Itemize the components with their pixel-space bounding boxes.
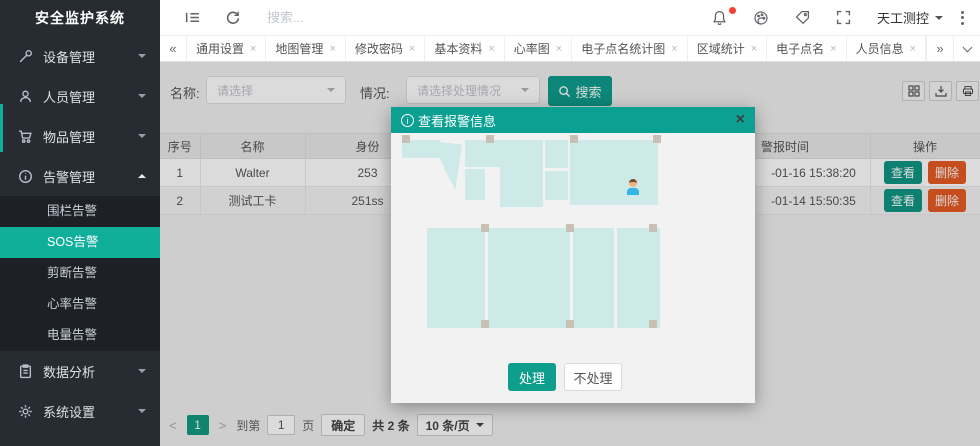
- tab-change-password[interactable]: 修改密码×: [346, 36, 425, 61]
- close-icon[interactable]: ×: [736, 112, 745, 128]
- sidebar-item-settings[interactable]: 系统设置: [0, 391, 160, 431]
- tab-map-management[interactable]: 地图管理×: [266, 36, 345, 61]
- close-icon[interactable]: ×: [556, 43, 562, 55]
- topbar-right: 天工测控: [712, 8, 980, 27]
- sidebar-item-items[interactable]: 物品管理: [0, 116, 160, 156]
- plan-room: [545, 171, 568, 200]
- plan-room: [465, 169, 485, 200]
- chevron-down-icon: [962, 42, 972, 52]
- tab-personnel-info[interactable]: 人员信息×: [847, 36, 926, 61]
- tab-general-settings[interactable]: 通用设置×: [187, 36, 266, 61]
- global-search-input[interactable]: [267, 10, 457, 25]
- close-icon[interactable]: ×: [409, 43, 415, 55]
- user-menu[interactable]: 天工测控: [877, 8, 943, 27]
- sidebar-item-alarm[interactable]: 告警管理: [0, 156, 160, 196]
- close-icon[interactable]: ×: [751, 43, 757, 55]
- gear-icon: [18, 404, 33, 419]
- plan-room: [570, 140, 658, 205]
- floor-plan: 处理 不处理: [391, 133, 755, 403]
- caret-down-icon: [138, 54, 146, 62]
- close-icon[interactable]: ×: [671, 43, 677, 55]
- close-icon[interactable]: ×: [329, 43, 335, 55]
- plan-handle[interactable]: [649, 320, 657, 328]
- tab-rollcall[interactable]: 电子点名×: [767, 36, 846, 61]
- theme-palette-icon[interactable]: [753, 10, 769, 26]
- caret-down-icon: [138, 134, 146, 142]
- not-handle-button[interactable]: 不处理: [564, 363, 622, 391]
- submenu-sos-alarm[interactable]: SOS告警: [0, 227, 160, 258]
- tabs-dropdown[interactable]: [953, 36, 980, 61]
- plan-wall-gap: [614, 228, 617, 328]
- alarm-submenu: 围栏告警 SOS告警 剪断告警 心率告警 电量告警: [0, 196, 160, 351]
- modal-header: i 查看报警信息 ×: [391, 107, 755, 133]
- handle-button[interactable]: 处理: [508, 363, 556, 391]
- close-icon[interactable]: ×: [830, 43, 836, 55]
- notification-dot: [729, 7, 736, 14]
- plan-handle[interactable]: [481, 320, 489, 328]
- tab-area-statistics[interactable]: 区域统计×: [688, 36, 767, 61]
- plan-wall-gap: [570, 228, 573, 328]
- tag-icon[interactable]: [795, 10, 810, 25]
- fullscreen-icon[interactable]: [836, 10, 851, 25]
- person-torso: [627, 188, 639, 195]
- tab-rollcall-chart[interactable]: 电子点名统计图×: [572, 36, 687, 61]
- plan-room: [440, 142, 462, 190]
- user-icon: [18, 89, 33, 104]
- username: 天工测控: [877, 8, 929, 27]
- close-icon[interactable]: ×: [488, 43, 494, 55]
- tabs-scroll-left[interactable]: «: [160, 36, 187, 61]
- plan-handle[interactable]: [570, 135, 578, 143]
- plan-handle[interactable]: [653, 135, 661, 143]
- clipboard-icon: [18, 364, 33, 379]
- app-title: 安全监护系统: [0, 0, 160, 36]
- sidebar: 安全监护系统 设备管理 人员管理 物品管理: [0, 0, 160, 446]
- plan-room: [465, 140, 500, 167]
- plan-room: [545, 140, 568, 168]
- view-alarm-modal: i 查看报警信息 ×: [391, 107, 755, 403]
- plan-room: [500, 140, 543, 207]
- caret-down-icon: [138, 409, 146, 417]
- submenu-battery-alarm[interactable]: 电量告警: [0, 320, 160, 351]
- close-icon[interactable]: ×: [250, 43, 256, 55]
- sidebar-scroll-indicator[interactable]: [0, 104, 3, 152]
- plan-handle[interactable]: [649, 224, 657, 232]
- caret-down-icon: [138, 94, 146, 102]
- person-marker[interactable]: [627, 179, 639, 196]
- sidebar-item-data-analysis[interactable]: 数据分析: [0, 351, 160, 391]
- caret-down-icon: [138, 369, 146, 377]
- cart-icon: [18, 129, 33, 144]
- plan-handle[interactable]: [481, 224, 489, 232]
- submenu-cut-alarm[interactable]: 剪断告警: [0, 258, 160, 289]
- plan-room: [427, 228, 660, 328]
- caret-down-icon: [935, 16, 943, 24]
- menu-fold-icon[interactable]: [184, 10, 201, 25]
- tools-icon: [18, 49, 33, 64]
- person-head: [629, 179, 637, 187]
- tab-heartrate-chart[interactable]: 心率图×: [505, 36, 572, 61]
- tabs-scroll-right[interactable]: »: [926, 36, 953, 61]
- info-circle-icon: i: [401, 114, 414, 127]
- plan-handle[interactable]: [402, 135, 410, 143]
- plan-handle[interactable]: [566, 320, 574, 328]
- modal-title: 查看报警信息: [418, 111, 496, 130]
- tab-basic-info[interactable]: 基本资料×: [425, 36, 504, 61]
- plan-handle[interactable]: [486, 135, 494, 143]
- topbar: 天工测控: [160, 0, 980, 36]
- submenu-heartrate-alarm[interactable]: 心率告警: [0, 289, 160, 320]
- submenu-fence-alarm[interactable]: 围栏告警: [0, 196, 160, 227]
- more-options-icon[interactable]: [961, 11, 964, 25]
- close-icon[interactable]: ×: [910, 43, 916, 55]
- sidebar-item-device[interactable]: 设备管理: [0, 36, 160, 76]
- plan-wall-gap: [485, 228, 488, 328]
- tabbar: « 通用设置× 地图管理× 修改密码× 基本资料× 心率图× 电子点名统计图× …: [160, 36, 980, 62]
- info-circle-icon: [18, 169, 33, 184]
- caret-up-icon: [138, 170, 146, 178]
- refresh-icon[interactable]: [225, 10, 241, 26]
- plan-handle[interactable]: [566, 224, 574, 232]
- app-window: 安全监护系统 设备管理 人员管理 物品管理: [0, 0, 980, 446]
- sidebar-item-personnel[interactable]: 人员管理: [0, 76, 160, 116]
- bell-icon[interactable]: [712, 10, 727, 26]
